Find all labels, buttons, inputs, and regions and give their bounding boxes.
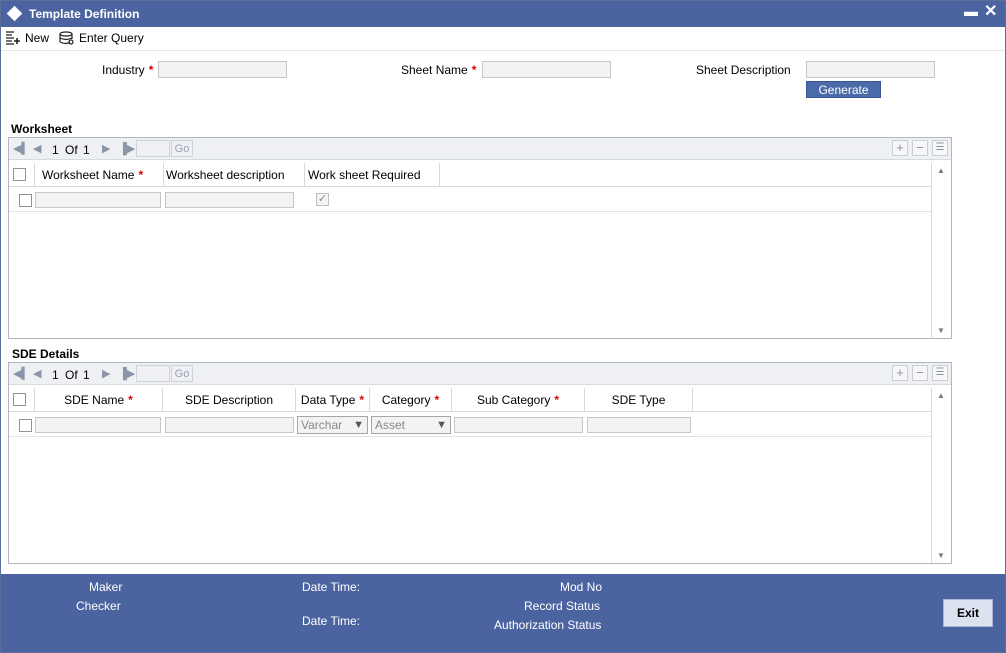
worksheet-section-title: Worksheet: [11, 122, 73, 136]
scroll-down-icon[interactable]: ▼: [937, 326, 945, 335]
sde-page-of: Of: [65, 368, 78, 382]
sheet-description-input[interactable]: [806, 61, 935, 78]
sde-header-row: SDE Name * SDE Description Data Type * Cat…: [9, 388, 931, 412]
sde-type-input[interactable]: [587, 417, 691, 433]
last-page-icon[interactable]: ▐▶: [119, 367, 135, 380]
col-sub-category: Sub Category *: [452, 388, 585, 412]
next-page-icon[interactable]: ▶: [102, 142, 110, 155]
data-type-select[interactable]: Varchar ▼: [297, 416, 368, 434]
view-list-icon[interactable]: ☰: [932, 140, 948, 156]
industry-input[interactable]: [158, 61, 287, 78]
sub-category-input[interactable]: [454, 417, 583, 433]
worksheet-required-checkbox[interactable]: ✓: [316, 193, 329, 206]
worksheet-description-input[interactable]: [165, 192, 294, 208]
sde-select-all-checkbox[interactable]: [13, 393, 26, 406]
first-page-icon[interactable]: ◀▍: [13, 367, 30, 380]
sde-go-button[interactable]: Go: [171, 365, 193, 382]
table-row: Varchar ▼ Asset ▼: [9, 413, 931, 437]
worksheet-pager: ◀▍ ◀ 1 Of 1 ▶ ▐▶ Go + − ☰: [9, 138, 951, 160]
sde-section-title: SDE Details: [12, 347, 80, 361]
sheet-description-label: Sheet Description: [696, 63, 791, 77]
col-sde-name: SDE Name *: [35, 388, 163, 412]
scroll-up-icon[interactable]: ▲: [937, 166, 945, 175]
authorization-status-label: Authorization Status: [494, 618, 602, 632]
maker-label: Maker: [89, 580, 123, 594]
toolbar: New Enter Query: [1, 27, 1005, 51]
sde-pager: ◀▍ ◀ 1 Of 1 ▶ ▐▶ Go + − ☰: [9, 363, 951, 385]
window-title: Template Definition: [29, 7, 140, 21]
scroll-down-icon[interactable]: ▼: [937, 551, 945, 560]
worksheet-page-of: Of: [65, 143, 78, 157]
worksheet-page-current: 1: [52, 143, 59, 157]
industry-label: Industry *: [102, 63, 154, 77]
worksheet-page-total: 1: [83, 143, 90, 157]
worksheet-go-button[interactable]: Go: [171, 140, 193, 157]
col-data-type: Data Type *: [296, 388, 370, 412]
worksheet-name-input[interactable]: [35, 192, 161, 208]
worksheet-page-input[interactable]: [136, 140, 170, 157]
sde-scrollbar[interactable]: ▲ ▼: [931, 388, 951, 563]
row-select-checkbox[interactable]: [19, 419, 32, 432]
sheet-name-input[interactable]: [482, 61, 611, 78]
next-page-icon[interactable]: ▶: [102, 367, 110, 380]
checker-label: Checker: [76, 599, 121, 613]
new-document-icon: [6, 31, 20, 45]
new-label: New: [25, 31, 50, 45]
delete-row-icon[interactable]: −: [912, 140, 928, 156]
worksheet-select-all-checkbox[interactable]: [13, 168, 26, 181]
add-row-icon[interactable]: +: [892, 140, 908, 156]
col-sde-description: SDE Description: [163, 388, 296, 412]
enter-query-icon: [59, 31, 74, 45]
title-bar: Template Definition ▬ ✕: [1, 1, 1005, 27]
last-page-icon[interactable]: ▐▶: [119, 142, 135, 155]
new-button[interactable]: New: [5, 29, 49, 47]
scroll-up-icon[interactable]: ▲: [937, 391, 945, 400]
delete-row-icon[interactable]: −: [912, 365, 928, 381]
close-icon[interactable]: ✕: [984, 1, 997, 21]
row-select-checkbox[interactable]: [19, 194, 32, 207]
mod-no-label: Mod No: [560, 580, 603, 594]
worksheet-scrollbar[interactable]: ▲ ▼: [931, 163, 951, 338]
worksheet-grid: ◀▍ ◀ 1 Of 1 ▶ ▐▶ Go + − ☰ Worksheet Name…: [8, 137, 952, 339]
col-sde-type: SDE Type: [585, 388, 693, 412]
record-status-label: Record Status: [524, 599, 601, 613]
worksheet-header-row: Worksheet Name * Worksheet description Wo…: [9, 163, 931, 187]
col-worksheet-description: Worksheet description: [164, 163, 305, 187]
view-list-icon[interactable]: ☰: [932, 365, 948, 381]
sde-page-input[interactable]: [136, 365, 170, 382]
sde-description-input[interactable]: [165, 417, 294, 433]
audit-footer: Maker Checker Date Time: Date Time: Mod …: [1, 574, 1005, 652]
previous-page-icon[interactable]: ◀: [33, 142, 41, 155]
col-category: Category *: [370, 388, 452, 412]
chevron-down-icon: ▼: [436, 419, 447, 431]
chevron-down-icon: ▼: [353, 419, 364, 431]
sde-page-current: 1: [52, 368, 59, 382]
template-definition-window: Template Definition ▬ ✕ New Enter Query …: [0, 0, 1006, 653]
enter-query-label: Enter Query: [79, 31, 144, 45]
add-row-icon[interactable]: +: [892, 365, 908, 381]
sde-page-total: 1: [83, 368, 90, 382]
sde-name-input[interactable]: [35, 417, 161, 433]
generate-button[interactable]: Generate: [806, 81, 881, 98]
category-select[interactable]: Asset ▼: [371, 416, 451, 434]
minimize-icon[interactable]: ▬: [964, 3, 978, 19]
exit-button[interactable]: Exit: [943, 599, 993, 627]
app-diamond-icon: [6, 5, 23, 22]
sde-grid: ◀▍ ◀ 1 Of 1 ▶ ▐▶ Go + − ☰ SDE Name * SDE …: [8, 362, 952, 564]
table-row: ✓: [9, 188, 931, 212]
col-worksheet-name: Worksheet Name *: [35, 163, 164, 187]
previous-page-icon[interactable]: ◀: [33, 367, 41, 380]
col-worksheet-required: Work sheet Required: [305, 163, 440, 187]
maker-date-time-label: Date Time:: [302, 580, 361, 594]
enter-query-button[interactable]: Enter Query: [59, 29, 144, 47]
checker-date-time-label: Date Time:: [302, 614, 361, 628]
first-page-icon[interactable]: ◀▍: [13, 142, 30, 155]
sheet-name-label: Sheet Name *: [401, 63, 477, 77]
